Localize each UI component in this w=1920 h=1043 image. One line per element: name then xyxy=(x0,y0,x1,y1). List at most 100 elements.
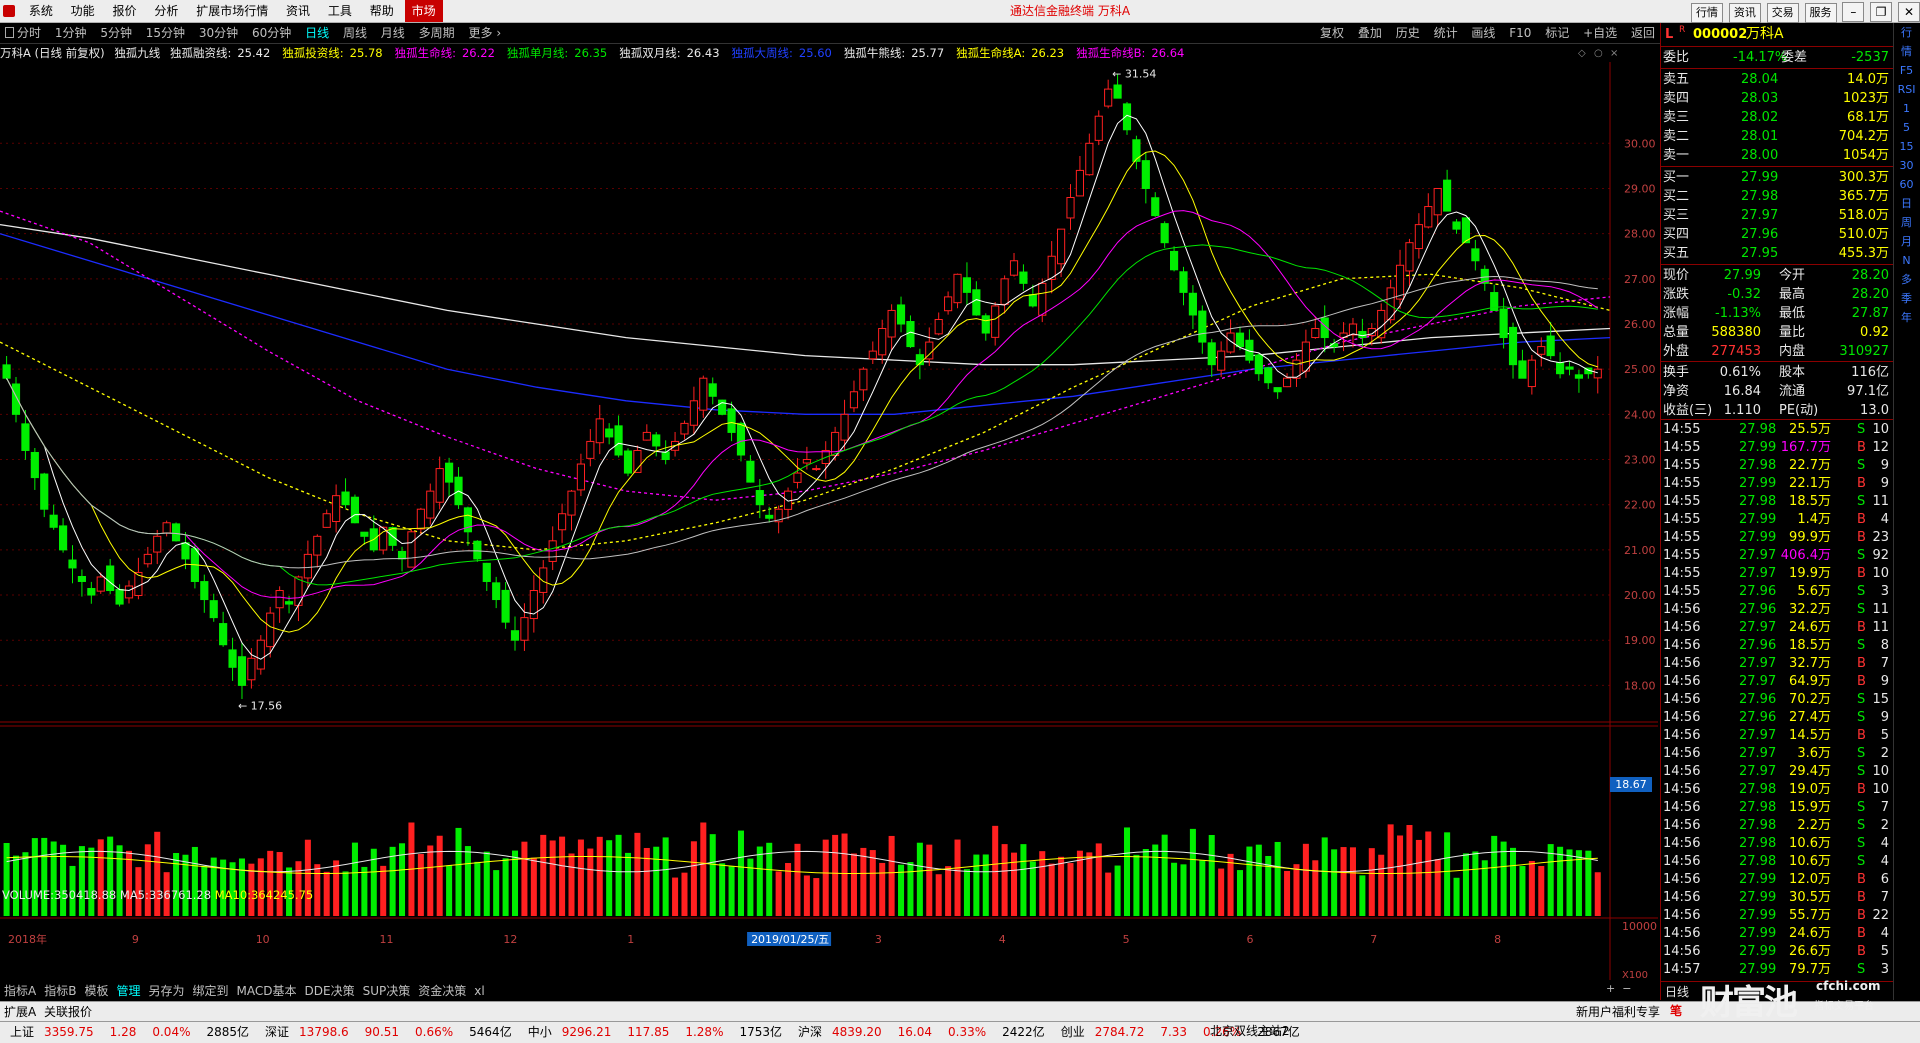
index-quote[interactable]: 深证 13798.6 90.51 0.66% 5464亿 xyxy=(265,1025,522,1039)
period-15min[interactable]: 15分钟 xyxy=(141,23,190,43)
indicator-tab[interactable]: 资金决策 xyxy=(414,982,470,1000)
tool-diejia[interactable]: 叠加 xyxy=(1353,23,1387,43)
zoom-in-icon[interactable]: + xyxy=(1606,982,1615,995)
side-btn[interactable]: 5 xyxy=(1894,119,1919,137)
candle-body xyxy=(1188,292,1197,316)
minimize-icon[interactable]: – xyxy=(1842,2,1865,22)
bottom-tab-bi[interactable]: 笔 xyxy=(1670,1002,1682,1019)
diamond-icon[interactable]: ◇ xyxy=(1578,48,1586,59)
quote-row[interactable]: 现价 27.99 今开 28.20 xyxy=(1661,266,1893,285)
tool-fanhui[interactable]: 返回 xyxy=(1626,23,1660,43)
indicator-tab[interactable]: 指标A xyxy=(0,982,40,1000)
indicator-tab[interactable]: 另存为 xyxy=(144,982,188,1000)
side-btn[interactable]: 15 xyxy=(1894,138,1919,156)
bid-row[interactable]: 买一 27.99 300.3万 xyxy=(1661,168,1893,187)
period-1min[interactable]: 1分钟 xyxy=(50,23,92,43)
tool-lishi[interactable]: 历史 xyxy=(1391,23,1425,43)
indicator-tab[interactable]: 管理 xyxy=(112,982,144,1000)
top-btn-hangqing[interactable]: 行情 xyxy=(1691,3,1724,23)
menu-help[interactable]: 帮助 xyxy=(363,0,401,22)
ask-row[interactable]: 卖一 28.00 1054万 xyxy=(1661,146,1893,165)
side-btn[interactable]: 行 xyxy=(1894,24,1919,42)
ask-row[interactable]: 卖四 28.03 1023万 xyxy=(1661,89,1893,108)
subbar-related[interactable]: 关联报价 xyxy=(44,1003,92,1020)
quote-row[interactable]: 总量 588380 量比 0.92 xyxy=(1661,323,1893,342)
menu-function[interactable]: 功能 xyxy=(64,0,102,22)
side-btn[interactable]: RSI xyxy=(1894,81,1919,99)
bid-row[interactable]: 买五 27.95 455.3万 xyxy=(1661,244,1893,263)
side-btn[interactable]: 1 xyxy=(1894,100,1919,118)
indicator-tab[interactable]: DDE决策 xyxy=(301,982,359,1000)
bid-row[interactable]: 买三 27.97 518.0万 xyxy=(1661,206,1893,225)
bid-row[interactable]: 买四 27.96 510.0万 xyxy=(1661,225,1893,244)
kline-chart[interactable]: 30.00 29.00 28.00 27.00 26.00 25.00 24.00 23.00… xyxy=(0,62,1658,980)
menu-analysis[interactable]: 分析 xyxy=(147,0,185,22)
side-btn[interactable]: 年 xyxy=(1894,309,1919,327)
volume-bar xyxy=(1058,856,1065,916)
fund-row[interactable]: 收益(三) 1.110 PE(动) 13.0 xyxy=(1661,401,1893,420)
side-btn[interactable]: N xyxy=(1894,252,1919,270)
period-5min[interactable]: 5分钟 xyxy=(95,23,137,43)
period-60min[interactable]: 60分钟 xyxy=(247,23,296,43)
indicator-tab[interactable]: 指标B xyxy=(40,982,80,1000)
ask-row[interactable]: 卖三 28.02 68.1万 xyxy=(1661,108,1893,127)
menu-quote[interactable]: 报价 xyxy=(106,0,144,22)
period-multi[interactable]: 多周期 xyxy=(414,23,460,43)
ask-row[interactable]: 卖五 28.04 14.0万 xyxy=(1661,70,1893,89)
quote-row[interactable]: 涨跌 -0.32 最高 28.20 xyxy=(1661,285,1893,304)
menu-tools[interactable]: 工具 xyxy=(321,0,359,22)
period-monthly[interactable]: 月线 xyxy=(376,23,410,43)
side-btn[interactable]: 30 xyxy=(1894,157,1919,175)
period-weekly[interactable]: 周线 xyxy=(338,23,372,43)
ma10-value: 364245.75 xyxy=(251,888,314,902)
menu-market[interactable]: 市场 xyxy=(404,0,443,22)
side-btn[interactable]: 情 xyxy=(1894,43,1919,61)
indicator-tab[interactable]: 绑定到 xyxy=(189,982,233,1000)
period-fenshi[interactable]: 分时 xyxy=(0,23,46,43)
menu-system[interactable]: 系统 xyxy=(22,0,60,22)
top-btn-zixun[interactable]: 资讯 xyxy=(1728,3,1761,23)
tool-huaxian[interactable]: 画线 xyxy=(1466,23,1500,43)
close-small-icon[interactable]: × xyxy=(1610,48,1618,59)
quote-row[interactable]: 涨幅 -1.13% 最低 27.87 xyxy=(1661,304,1893,323)
fund-row[interactable]: 净资 16.84 流通 97.1亿 xyxy=(1661,382,1893,401)
index-quote[interactable]: 上证 3359.75 1.28 0.04% 2885亿 xyxy=(10,1025,259,1039)
period-more[interactable]: 更多 › xyxy=(463,23,506,43)
ask-row[interactable]: 卖二 28.01 704.2万 xyxy=(1661,127,1893,146)
tool-tongji[interactable]: 统计 xyxy=(1429,23,1463,43)
menu-extended-market[interactable]: 扩展市场行情 xyxy=(189,0,275,22)
menu-info[interactable]: 资讯 xyxy=(279,0,317,22)
index-quote[interactable]: 沪深 4839.20 16.04 0.33% 2422亿 xyxy=(798,1025,1055,1039)
side-btn[interactable]: 日 xyxy=(1894,195,1919,213)
side-btn[interactable]: 60 xyxy=(1894,176,1919,194)
circle-icon[interactable]: ○ xyxy=(1594,48,1603,59)
side-btn[interactable]: 多 xyxy=(1894,271,1919,289)
fund-row[interactable]: 换手 0.61% 股本 116亿 xyxy=(1661,363,1893,382)
tool-fuquan[interactable]: 复权 xyxy=(1315,23,1349,43)
side-btn[interactable]: 月 xyxy=(1894,233,1919,251)
indicator-tab[interactable]: SUP决策 xyxy=(359,982,415,1000)
subbar-ext-a[interactable]: 扩展A xyxy=(4,1003,36,1020)
period-daily[interactable]: 日线 xyxy=(300,23,334,43)
quote-row[interactable]: 外盘 277453 内盘 310927 xyxy=(1661,342,1893,361)
index-quote[interactable]: 中小 9296.21 117.85 1.28% 1753亿 xyxy=(528,1025,792,1039)
side-btn[interactable]: F5 xyxy=(1894,62,1919,80)
tool-f10[interactable]: F10 xyxy=(1504,23,1536,43)
bid-row[interactable]: 买二 27.98 365.7万 xyxy=(1661,187,1893,206)
side-btn[interactable]: 周 xyxy=(1894,214,1919,232)
tool-biaoji[interactable]: 标记 xyxy=(1540,23,1574,43)
tool-zixuan[interactable]: +自选 xyxy=(1578,23,1622,43)
indicator-tab[interactable]: xl xyxy=(470,982,488,1000)
promo-link[interactable]: 新用户福利专享 xyxy=(1576,1003,1660,1020)
restore-icon[interactable]: ❐ xyxy=(1870,2,1893,22)
indicator-tab[interactable]: MACD基本 xyxy=(233,982,301,1000)
top-btn-jiaoyi[interactable]: 交易 xyxy=(1766,3,1799,23)
top-btn-fuwu[interactable]: 服务 xyxy=(1804,3,1837,23)
period-30min[interactable]: 30分钟 xyxy=(194,23,243,43)
close-icon[interactable]: ✕ xyxy=(1898,2,1920,22)
side-btn[interactable]: 季 xyxy=(1894,290,1919,308)
zoom-out-icon[interactable]: − xyxy=(1622,982,1631,995)
volume-bar xyxy=(1538,865,1545,916)
indicator-tab[interactable]: 模板 xyxy=(80,982,112,1000)
tick-price: 27.97 xyxy=(1739,548,1777,563)
